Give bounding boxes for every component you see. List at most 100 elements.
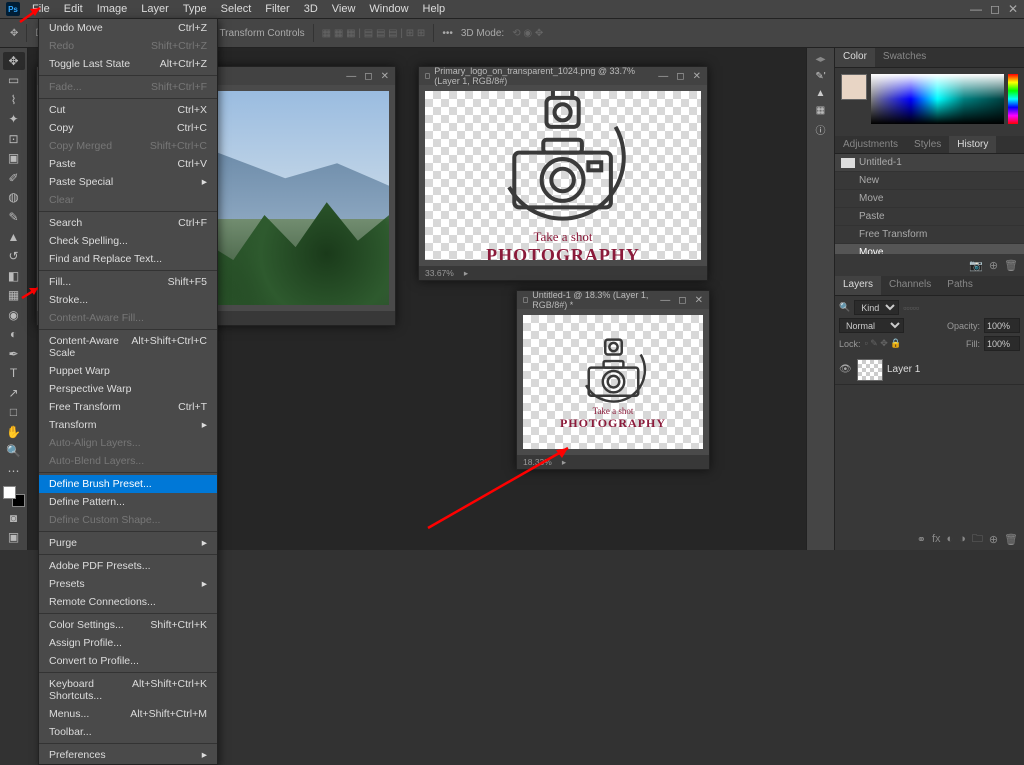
tab-history[interactable]: History [949, 136, 996, 153]
history-new-icon[interactable]: ⊕ [989, 259, 998, 272]
menu-item-content-aware-scale[interactable]: Content-Aware ScaleAlt+Shift+Ctrl+C [39, 332, 217, 362]
opacity-input[interactable] [984, 318, 1020, 333]
expand-panel-icon[interactable]: ◂▸ [815, 54, 825, 65]
doc3-canvas[interactable]: Take a shot PHOTOGRAPHY [523, 315, 703, 449]
menu-item-define-pattern[interactable]: Define Pattern... [39, 493, 217, 511]
healing-tool[interactable]: ◍ [3, 189, 25, 207]
fill-input[interactable] [984, 336, 1020, 351]
window-maximize[interactable]: ◻ [990, 2, 1000, 16]
stamp-tool[interactable]: ▲ [3, 228, 25, 246]
frame-tool[interactable]: ▣ [3, 150, 25, 168]
quick-mask[interactable]: ◙ [3, 509, 25, 527]
menu-file[interactable]: File [26, 1, 56, 17]
group-icon[interactable]: 🗀 [972, 530, 983, 549]
tab-swatches[interactable]: Swatches [875, 48, 934, 67]
history-doc[interactable]: Untitled-1 [835, 154, 1024, 172]
menu-select[interactable]: Select [215, 1, 258, 17]
adj-layer-icon[interactable]: ◑ [959, 533, 966, 545]
layer-visibility-icon[interactable]: 👁 [839, 364, 853, 375]
doc1-min[interactable]: — [346, 71, 356, 82]
menu-item-copy[interactable]: CopyCtrl+C [39, 119, 217, 137]
doc2-max[interactable]: ◻ [676, 71, 684, 82]
link-layers-icon[interactable]: ⚭ [917, 533, 926, 546]
doc2-close[interactable]: ✕ [693, 71, 701, 82]
move-tool[interactable]: ✥ [3, 52, 25, 70]
edit-toolbar[interactable]: ⋯ [3, 462, 25, 480]
doc2-canvas[interactable]: Take a shot PHOTOGRAPHY [425, 91, 701, 260]
menu-item-adobe-pdf-presets[interactable]: Adobe PDF Presets... [39, 557, 217, 575]
menu-item-perspective-warp[interactable]: Perspective Warp [39, 380, 217, 398]
history-step[interactable]: Move [835, 244, 1024, 254]
tab-channels[interactable]: Channels [881, 276, 939, 295]
zoom-tool[interactable]: 🔍 [3, 443, 25, 461]
brush-tool[interactable]: ✎ [3, 208, 25, 226]
new-layer-icon[interactable]: ⊕ [989, 533, 998, 546]
dodge-tool[interactable]: ◐ [3, 325, 25, 343]
menu-item-preferences[interactable]: Preferences▸ [39, 746, 217, 764]
menu-edit[interactable]: Edit [58, 1, 89, 17]
layer-kind-filter[interactable]: Kind [854, 300, 899, 315]
menu-item-free-transform[interactable]: Free TransformCtrl+T [39, 398, 217, 416]
doc3-min[interactable]: — [660, 295, 670, 306]
layer-fx-icon[interactable]: fx [932, 533, 941, 545]
info-panel-icon[interactable]: ⓘ [816, 122, 826, 137]
gradient-tool[interactable]: ▦ [3, 286, 25, 304]
menu-item-remote-connections[interactable]: Remote Connections... [39, 593, 217, 611]
doc3-close[interactable]: ✕ [695, 295, 703, 306]
menu-item-keyboard-shortcuts[interactable]: Keyboard Shortcuts...Alt+Shift+Ctrl+K [39, 675, 217, 705]
menu-item-menus[interactable]: Menus...Alt+Shift+Ctrl+M [39, 705, 217, 723]
color-spectrum[interactable] [871, 74, 1004, 124]
menu-item-toggle-last-state[interactable]: Toggle Last StateAlt+Ctrl+Z [39, 55, 217, 73]
history-brush-tool[interactable]: ↺ [3, 247, 25, 265]
type-tool[interactable]: T [3, 365, 25, 383]
menu-item-transform[interactable]: Transform▸ [39, 416, 217, 434]
menu-item-toolbar[interactable]: Toolbar... [39, 723, 217, 741]
history-step[interactable]: Paste [835, 208, 1024, 226]
menu-item-check-spelling[interactable]: Check Spelling... [39, 232, 217, 250]
clone-panel-icon[interactable]: ▲ [816, 88, 826, 99]
hue-strip[interactable] [1008, 74, 1018, 124]
menu-item-presets[interactable]: Presets▸ [39, 575, 217, 593]
document-window-2[interactable]: Primary_logo_on_transparent_1024.png @ 3… [418, 66, 708, 281]
history-trash-icon[interactable]: 🗑 [1004, 259, 1018, 272]
menu-3d[interactable]: 3D [298, 1, 324, 17]
menu-item-search[interactable]: SearchCtrl+F [39, 214, 217, 232]
menu-item-convert-to-profile[interactable]: Convert to Profile... [39, 652, 217, 670]
color-swatch[interactable] [841, 74, 867, 100]
crop-tool[interactable]: ⊡ [3, 130, 25, 148]
layer-row[interactable]: 👁 Layer 1 [835, 355, 1024, 385]
menu-item-paste-special[interactable]: Paste Special▸ [39, 173, 217, 191]
history-step[interactable]: Free Transform [835, 226, 1024, 244]
menu-item-fill[interactable]: Fill...Shift+F5 [39, 273, 217, 291]
screen-mode[interactable]: ▣ [3, 529, 25, 547]
history-snapshot-icon[interactable]: 📷 [969, 259, 983, 272]
history-step[interactable]: New [835, 172, 1024, 190]
delete-layer-icon[interactable]: 🗑 [1004, 533, 1018, 546]
pen-tool[interactable]: ✒ [3, 345, 25, 363]
doc1-max[interactable]: ◻ [364, 71, 372, 82]
history-step[interactable]: Move [835, 190, 1024, 208]
doc3-max[interactable]: ◻ [678, 295, 686, 306]
eyedropper-tool[interactable]: ✐ [3, 169, 25, 187]
menu-type[interactable]: Type [177, 1, 213, 17]
swatches-panel-icon[interactable]: ▦ [816, 105, 825, 116]
menu-item-paste[interactable]: PasteCtrl+V [39, 155, 217, 173]
tab-layers[interactable]: Layers [835, 276, 881, 295]
menu-item-undo-move[interactable]: Undo MoveCtrl+Z [39, 19, 217, 37]
doc1-close[interactable]: ✕ [381, 71, 389, 82]
window-minimize[interactable]: — [970, 2, 982, 16]
menu-layer[interactable]: Layer [135, 1, 175, 17]
menu-item-assign-profile[interactable]: Assign Profile... [39, 634, 217, 652]
tab-paths[interactable]: Paths [939, 276, 981, 295]
magic-wand-tool[interactable]: ✦ [3, 111, 25, 129]
menu-item-find-and-replace-text[interactable]: Find and Replace Text... [39, 250, 217, 268]
tab-color[interactable]: Color [835, 48, 875, 67]
menu-item-stroke[interactable]: Stroke... [39, 291, 217, 309]
blur-tool[interactable]: ◉ [3, 306, 25, 324]
hand-tool[interactable]: ✋ [3, 423, 25, 441]
shape-tool[interactable]: □ [3, 404, 25, 422]
menu-item-puppet-warp[interactable]: Puppet Warp [39, 362, 217, 380]
lasso-tool[interactable]: ⌇ [3, 91, 25, 109]
marquee-tool[interactable]: ▭ [3, 72, 25, 90]
brush-panel-icon[interactable]: ✎' [815, 71, 825, 82]
